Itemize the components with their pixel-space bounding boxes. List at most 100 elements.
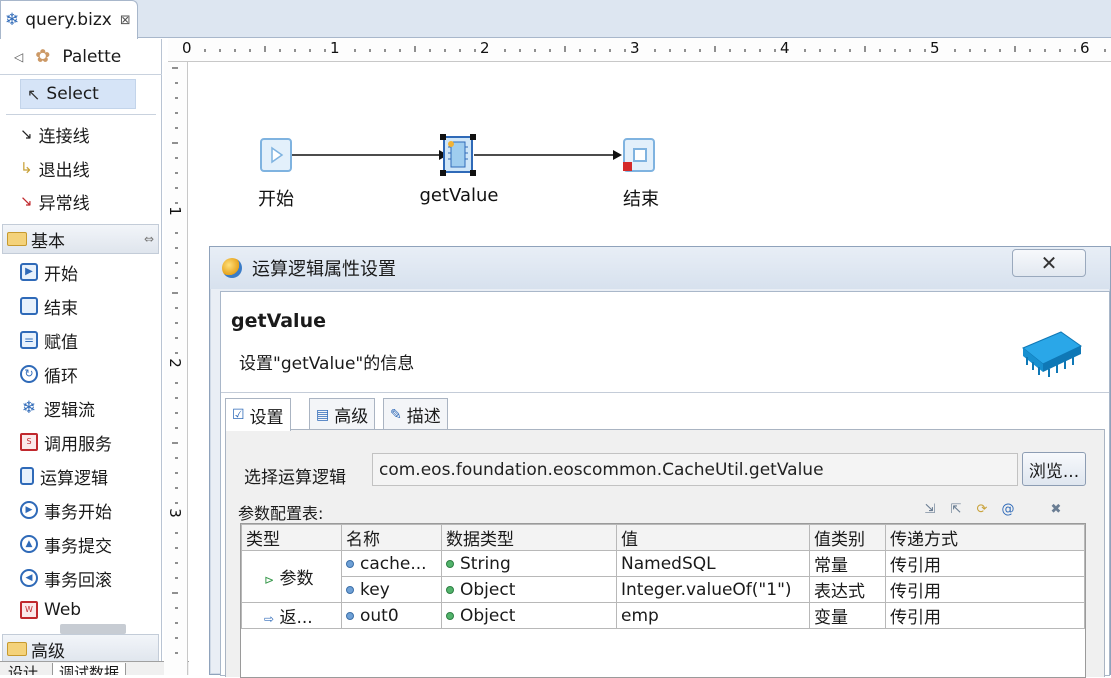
table-header-row: 类型 名称 数据类型 值 值类别 传递方式 <box>241 524 1085 551</box>
palette-select-tool[interactable]: ↖ Select <box>20 79 136 109</box>
start-node[interactable] <box>260 138 292 172</box>
start-icon: ▶ <box>20 263 38 281</box>
palette-item-end[interactable]: 结束 <box>20 292 78 320</box>
table-cell[interactable]: 变量 <box>809 602 886 629</box>
palette-item-loop[interactable]: ↻ 循环 <box>20 360 78 388</box>
palette-item-transaction-commit[interactable]: ▲ 事务提交 <box>20 530 112 558</box>
column-header[interactable]: 类型 <box>241 524 342 551</box>
select-logic-field[interactable]: com.eos.foundation.eoscommon.CacheUtil.g… <box>372 453 1018 486</box>
type-dot-icon <box>446 611 454 620</box>
expression-icon[interactable]: @ <box>998 501 1018 519</box>
palette-item-transaction-rollback[interactable]: ◀ 事务回滚 <box>20 564 112 592</box>
ruler-number: 3 <box>165 508 184 518</box>
table-row[interactable]: ⊳ 参数 cache... String NamedSQL 常量 传引用 <box>241 550 1085 603</box>
palette-tool-connection[interactable]: ↘ 连接线 <box>20 120 90 148</box>
table-cell[interactable]: Object <box>441 602 617 629</box>
close-icon[interactable]: ⊠ <box>120 13 131 28</box>
drawer-pin-icon[interactable]: ⇔ <box>144 232 154 246</box>
palette-item-web[interactable]: W Web <box>20 596 81 624</box>
cell-text: String <box>460 553 511 574</box>
selection-handle[interactable] <box>470 170 476 176</box>
table-cell[interactable]: Object <box>441 576 617 603</box>
table-row[interactable]: key Object Integer.valueOf("1") 表达式 传引用 <box>242 576 1085 603</box>
palette-item-logic-flow[interactable]: ❄ 逻辑流 <box>20 394 95 422</box>
palette-scroll-handle[interactable] <box>60 624 126 634</box>
palette-tool-exit-line[interactable]: ↳ 退出线 <box>20 154 90 182</box>
refresh-icon[interactable]: ⟳ <box>972 501 992 519</box>
table-cell[interactable]: 常量 <box>809 550 886 577</box>
cell-text: Object <box>460 605 516 626</box>
table-cell[interactable]: emp <box>616 602 810 629</box>
palette-item-operation-logic[interactable]: 运算逻辑 <box>20 462 108 490</box>
getvalue-node[interactable] <box>443 136 473 173</box>
table-cell[interactable]: key <box>341 576 442 603</box>
move-down-icon[interactable]: ⇲ <box>920 501 940 519</box>
table-cell[interactable]: NamedSQL <box>616 550 810 577</box>
column-header[interactable]: 值 <box>616 524 810 551</box>
ruler-number: 1 <box>165 206 184 216</box>
palette-item-label: 赋值 <box>44 332 78 353</box>
selection-handle[interactable] <box>470 134 476 140</box>
browse-button[interactable]: 浏览... <box>1022 452 1086 486</box>
description-tab-icon: ✎ <box>390 406 402 423</box>
dialog-heading: getValue <box>231 310 326 332</box>
dialog-close-button[interactable]: ✕ <box>1012 249 1086 277</box>
column-header[interactable]: 传递方式 <box>885 524 1085 551</box>
delete-icon[interactable]: ✖ <box>1046 501 1066 519</box>
palette-item-assign[interactable]: = 赋值 <box>20 326 78 354</box>
table-cell[interactable]: 传引用 <box>885 602 1085 629</box>
tab-debug-data[interactable]: 调试数据 <box>52 663 127 675</box>
table-cell[interactable]: out0 <box>341 602 442 629</box>
ruler-number: 0 <box>182 39 192 57</box>
cell-text: 参数 <box>279 569 314 589</box>
tab-advanced[interactable]: ▤ 高级 <box>309 398 376 430</box>
start-node-label: 开始 <box>258 189 294 210</box>
return-icon: ⇨ <box>264 612 275 626</box>
palette-item-label: 循环 <box>44 366 78 387</box>
palette-item-invoke-service[interactable]: S 调用服务 <box>20 428 112 456</box>
tab-settings[interactable]: ☑ 设置 <box>225 398 291 431</box>
tab-design[interactable]: 设计 <box>2 663 44 675</box>
tab-description[interactable]: ✎ 描述 <box>383 398 448 430</box>
table-cell[interactable]: Integer.valueOf("1") <box>616 576 810 603</box>
table-cell[interactable]: cache... <box>341 550 442 577</box>
palette-flower-icon: ✿ <box>35 46 51 67</box>
palette-item-label: 调用服务 <box>44 434 112 455</box>
end-node[interactable] <box>623 138 655 172</box>
table-cell[interactable]: 传引用 <box>885 576 1085 603</box>
palette-item-transaction-begin[interactable]: ▶ 事务开始 <box>20 496 112 524</box>
loop-icon: ↻ <box>20 365 38 383</box>
return-type-cell: ⇨ 返... <box>241 602 342 629</box>
palette-item-start[interactable]: ▶ 开始 <box>20 258 78 286</box>
palette-tool-exception-line[interactable]: ↘ 异常线 <box>20 187 90 215</box>
palette-drawer-basic[interactable]: 基本 ⇔ <box>2 224 159 254</box>
dialog-description: 设置"getValue"的信息 <box>239 354 415 374</box>
dialog-tabs: ☑ 设置 ▤ 高级 ✎ 描述 <box>225 398 1105 431</box>
editor-tab-query[interactable]: ❄ query.bizx ⊠ <box>0 0 138 39</box>
palette-item-label: Web <box>44 600 82 620</box>
collapse-triangle-icon[interactable]: ◁ <box>14 50 23 64</box>
table-row[interactable]: ⇨ 返... out0 Object emp 变量 传引用 <box>241 602 1085 629</box>
transaction-begin-icon: ▶ <box>20 501 38 519</box>
assign-icon: = <box>20 331 38 349</box>
exit-line-icon: ↳ <box>20 159 33 177</box>
dialog-titlebar[interactable]: 运算逻辑属性设置 <box>210 247 1110 289</box>
column-header[interactable]: 值类别 <box>809 524 886 551</box>
column-header[interactable]: 名称 <box>341 524 442 551</box>
editor-tab-strip <box>0 0 1111 38</box>
table-cell[interactable]: String <box>441 550 617 577</box>
process-file-icon: ❄ <box>5 10 20 30</box>
palette-drawer-advanced[interactable]: 高级 <box>2 634 159 664</box>
dialog-body: getValue 设置"getValue"的信息 ☑ 设置 ▤ 高级 ✎ 描述 … <box>220 291 1110 678</box>
move-up-icon[interactable]: ⇱ <box>946 501 966 519</box>
selection-handle[interactable] <box>440 134 446 140</box>
palette-header: ◁ ✿ Palette <box>0 39 162 75</box>
type-dot-icon <box>446 585 454 594</box>
cell-text: out0 <box>360 605 399 626</box>
selection-handle[interactable] <box>440 170 446 176</box>
palette-item-label: 结束 <box>44 298 78 319</box>
table-cell[interactable]: 传引用 <box>885 550 1085 577</box>
connection-line-icon: ↘ <box>20 125 33 143</box>
table-cell[interactable]: 表达式 <box>809 576 886 603</box>
column-header[interactable]: 数据类型 <box>441 524 617 551</box>
